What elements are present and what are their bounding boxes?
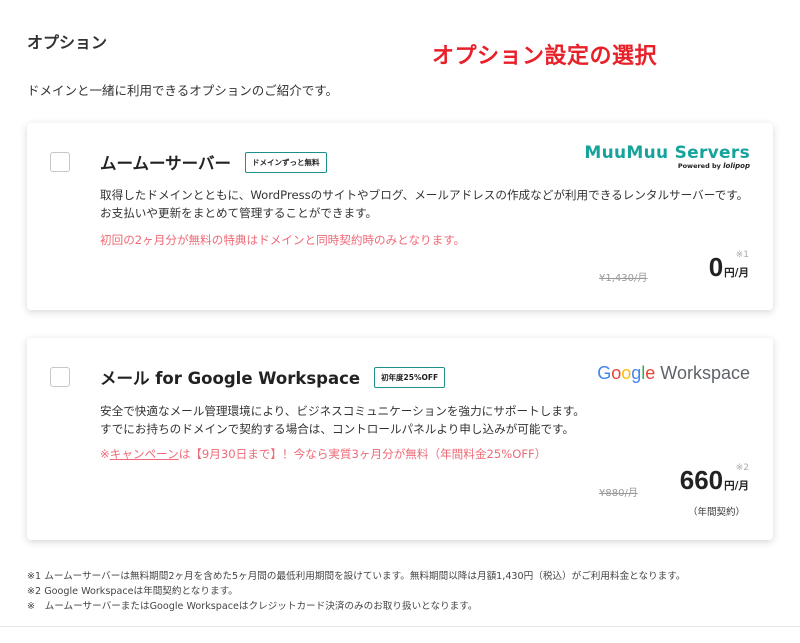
old-price: ¥1,430/月 (599, 273, 648, 284)
option-header: ムームーサーバー ドメインずっと無料 (100, 150, 327, 174)
google-workspace-logo: Google Workspace (597, 363, 750, 383)
option-header: メール for Google Workspace 初年度25%OFF (100, 365, 446, 389)
option-name: メール for Google Workspace (100, 369, 361, 388)
footnote: ※ ムームーサーバーまたはGoogle Workspaceはクレジットカード決済… (27, 601, 478, 612)
option-badge: 初年度25%OFF (374, 366, 446, 388)
option-badge: ドメインずっと無料 (245, 151, 327, 173)
option-card-google-workspace[interactable]: メール for Google Workspace 初年度25%OFF Googl… (27, 338, 773, 540)
footnote: ※1 ムームーサーバーは無料期間2ヶ月を含めた5ヶ月間の最低利用期間を設けていま… (27, 571, 686, 582)
section-title: オプション (27, 33, 108, 52)
price: 0 円/月 (709, 252, 749, 283)
section-intro: ドメインと一緒に利用できるオプションのご紹介です。 (27, 83, 339, 98)
campaign-link[interactable]: キャンペーン (110, 447, 179, 461)
old-price: ¥880/月 (599, 488, 638, 499)
price-unit: 円/月 (724, 480, 749, 492)
footnote: ※2 Google Workspaceは年間契約となります。 (27, 586, 238, 597)
price-value: 0 (708, 252, 724, 282)
option-checkbox-muumuu-server[interactable] (50, 152, 70, 172)
option-description: 取得したドメインとともに、WordPressのサイトやブログ、メールアドレスの作… (100, 188, 749, 220)
price: 660 円/月 (680, 465, 749, 496)
muumuu-servers-logo: MuuMuu Servers Powered by lolipop (584, 144, 750, 171)
option-checkbox-google-workspace[interactable] (50, 367, 70, 387)
option-note: 初回の2ヶ月分が無料の特典はドメインと同時契約時のみとなります。 (100, 233, 466, 247)
option-name: ムームーサーバー (100, 154, 232, 173)
price-value: 660 (679, 465, 724, 495)
price-unit: 円/月 (724, 267, 749, 279)
logo-workspace-text: Workspace (660, 363, 750, 383)
option-note: ※キャンペーンは【9月30日まで】！今なら実質3ヶ月分が無料（年間料金25%OF… (100, 447, 547, 461)
option-card-muumuu-server[interactable]: ムームーサーバー ドメインずっと無料 MuuMuu Servers Powere… (27, 123, 773, 310)
overlay-title: オプション設定の選択 (432, 44, 658, 69)
bottom-divider (0, 626, 800, 627)
contract-term: （年間契約） (687, 507, 745, 518)
logo-brand-text: MuuMuu Servers (584, 143, 750, 163)
option-description: 安全で快適なメール管理環境により、ビジネスコミュニケーションを強力にサポートしま… (100, 404, 585, 436)
logo-powered-by: Powered by lolipop (677, 162, 750, 170)
footnotes: ※1 ムームーサーバーは無料期間2ヶ月を含めた5ヶ月間の最低利用期間を設けていま… (27, 569, 686, 614)
